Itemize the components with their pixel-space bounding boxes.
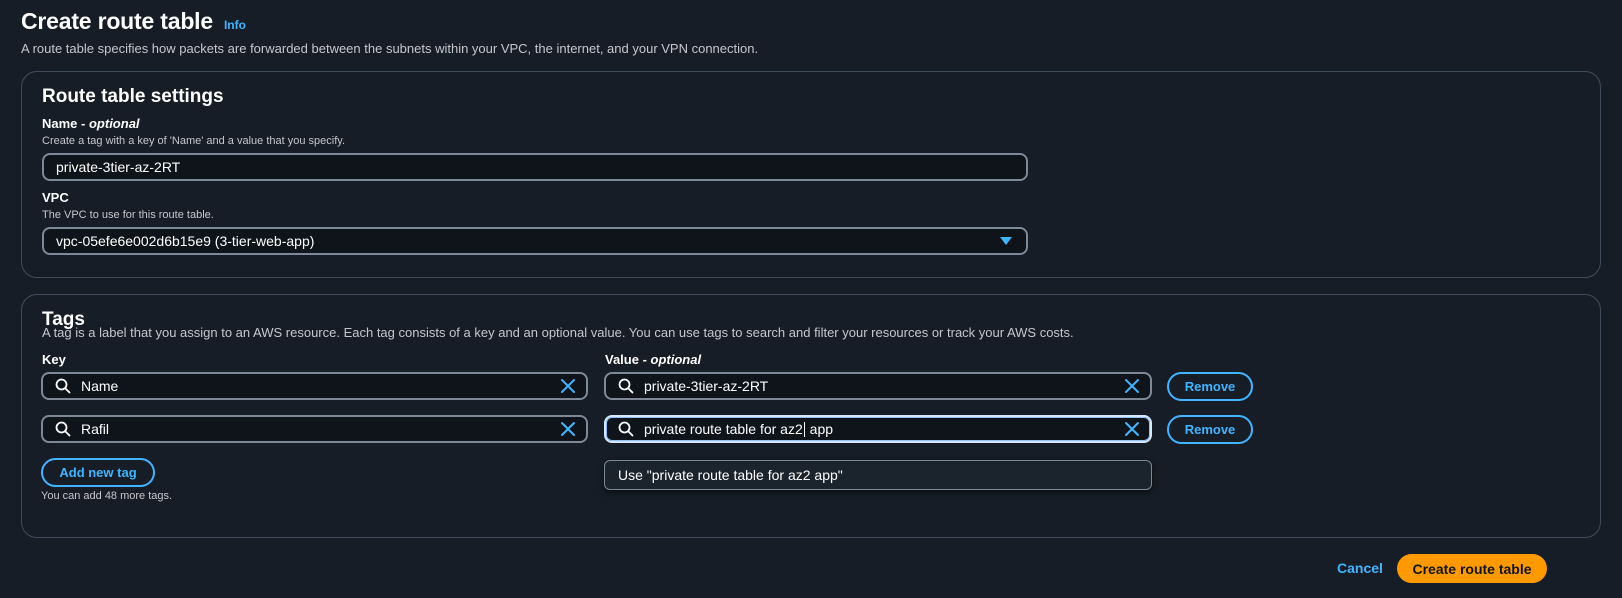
route-table-settings-panel: Route table settings Name - optional Cre… [21, 71, 1601, 278]
name-label: Name - optional [42, 116, 140, 131]
tag-value-value: private route table for az2 app [644, 421, 834, 437]
vpc-label: VPC [42, 190, 69, 205]
clear-icon[interactable] [560, 421, 576, 437]
vpc-description: The VPC to use for this route table. [42, 209, 214, 221]
tag-key-input[interactable]: Rafil [41, 415, 588, 443]
clear-icon[interactable] [560, 378, 576, 394]
value-optional: optional [650, 352, 702, 367]
remove-tag-button[interactable]: Remove [1167, 372, 1253, 401]
settings-title: Route table settings [42, 86, 224, 107]
name-input[interactable]: private-3tier-az-2RT [42, 153, 1028, 181]
tag-limit-text: You can add 48 more tags. [41, 490, 173, 502]
key-column-header: Key [42, 352, 66, 367]
tag-key-input[interactable]: Name [41, 372, 588, 400]
tag-key-value: Rafil [81, 421, 110, 437]
search-icon [55, 378, 71, 394]
tag-key-value: Name [81, 378, 119, 394]
page-header: Create route table Info A route table sp… [21, 8, 758, 56]
name-description: Create a tag with a key of 'Name' and a … [42, 135, 345, 147]
cancel-button[interactable]: Cancel [1337, 560, 1383, 576]
name-input-value: private-3tier-az-2RT [56, 159, 181, 175]
value-column-header: Value - optional [605, 352, 702, 367]
remove-tag-button[interactable]: Remove [1167, 415, 1253, 444]
vpc-select[interactable]: vpc-05efe6e002d6b15e9 (3-tier-web-app) [42, 227, 1028, 255]
search-icon [618, 378, 634, 394]
info-link[interactable]: Info [224, 18, 246, 32]
vpc-select-value: vpc-05efe6e002d6b15e9 (3-tier-web-app) [56, 233, 315, 249]
search-icon [618, 421, 634, 437]
tag-value-input[interactable]: private-3tier-az-2RT [604, 372, 1152, 400]
add-new-tag-button[interactable]: Add new tag [41, 458, 155, 487]
clear-icon[interactable] [1124, 421, 1140, 437]
caret-down-icon [1000, 237, 1012, 245]
tags-description: A tag is a label that you assign to an A… [42, 325, 1074, 340]
page-description: A route table specifies how packets are … [21, 41, 759, 56]
clear-icon[interactable] [1124, 378, 1140, 394]
tag-value-input-active[interactable]: private route table for az2 app [604, 415, 1152, 443]
autosuggest-option[interactable]: Use "private route table for az2 app" [604, 460, 1152, 490]
tag-value-value: private-3tier-az-2RT [644, 378, 769, 394]
create-route-table-button[interactable]: Create route table [1397, 554, 1547, 583]
name-optional: optional [88, 116, 140, 131]
search-icon [55, 421, 71, 437]
page-title: Create route table [21, 8, 213, 34]
text-cursor [803, 422, 805, 437]
